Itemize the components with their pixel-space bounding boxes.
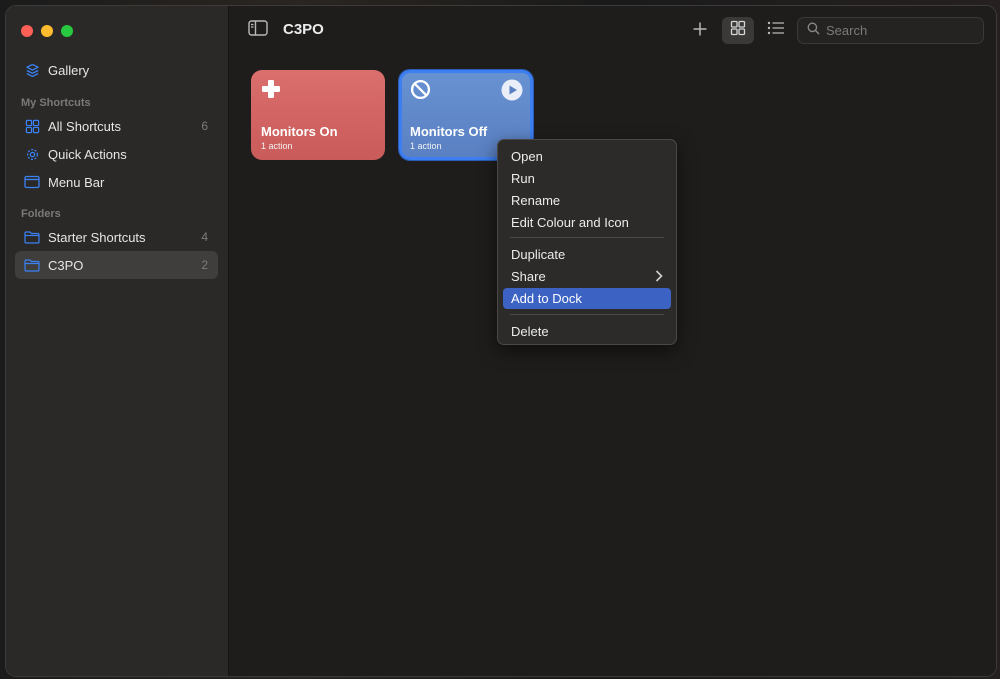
gallery-icon [24, 62, 40, 78]
item-count: 4 [201, 230, 208, 244]
gear-icon [24, 146, 40, 162]
sidebar-item-label: All Shortcuts [48, 118, 121, 134]
sidebar-item-all-shortcuts[interactable]: All Shortcuts 6 [15, 112, 218, 140]
shortcut-action-count: 1 action [261, 141, 293, 151]
close-window-button[interactable] [21, 25, 33, 37]
menu-item-label: Share [511, 269, 546, 284]
chevron-right-icon [655, 270, 663, 285]
grid-view-icon [730, 20, 746, 41]
zoom-window-button[interactable] [61, 25, 73, 37]
grid-view-button[interactable] [722, 17, 754, 44]
menu-item-open[interactable]: Open [503, 146, 671, 167]
folder-icon [24, 257, 40, 273]
shortcut-card-monitors-on[interactable]: Monitors On 1 action [251, 70, 385, 160]
menu-item-edit-colour-and-icon[interactable]: Edit Colour and Icon [503, 212, 671, 233]
menu-item-share[interactable]: Share [503, 266, 671, 287]
shortcut-action-count: 1 action [410, 141, 442, 151]
list-view-button[interactable] [760, 17, 792, 44]
folder-icon [24, 229, 40, 245]
sidebar-item-c3po[interactable]: C3PO 2 [15, 251, 218, 279]
sidebar-item-starter-shortcuts[interactable]: Starter Shortcuts 4 [15, 223, 218, 251]
toggle-sidebar-button[interactable] [247, 19, 269, 41]
shortcut-name: Monitors On [261, 124, 338, 139]
sidebar-item-menu-bar[interactable]: Menu Bar [15, 168, 218, 196]
grid-icon [24, 118, 40, 134]
minimize-window-button[interactable] [41, 25, 53, 37]
sidebar-item-label: Gallery [48, 62, 90, 78]
sidebar-item-label: Menu Bar [48, 174, 105, 190]
run-shortcut-button[interactable] [501, 79, 523, 106]
menu-item-run[interactable]: Run [503, 168, 671, 189]
plus-icon [261, 79, 281, 104]
menu-separator [510, 314, 664, 315]
search-icon [807, 22, 820, 40]
item-count: 2 [201, 258, 208, 272]
menu-item-delete[interactable]: Delete [503, 321, 671, 342]
section-label-folders: Folders [21, 208, 61, 220]
plus-icon [692, 21, 708, 42]
menubar-icon [24, 174, 40, 190]
sidebar-item-label: Quick Actions [48, 146, 127, 162]
context-menu: Open Run Rename Edit Colour and Icon Dup… [497, 139, 677, 345]
search-placeholder: Search [826, 23, 868, 38]
menu-item-add-to-dock[interactable]: Add to Dock [503, 288, 671, 309]
sidebar-toggle-icon [248, 19, 268, 41]
search-field[interactable]: Search [797, 17, 984, 44]
list-view-icon [767, 21, 785, 40]
sidebar-item-gallery[interactable]: Gallery [15, 56, 218, 84]
menu-item-rename[interactable]: Rename [503, 190, 671, 211]
page-title: C3PO [283, 21, 324, 38]
add-shortcut-button[interactable] [689, 20, 711, 42]
menu-separator [510, 237, 664, 238]
prohibited-icon [410, 79, 431, 105]
shortcut-name: Monitors Off [410, 124, 488, 139]
sidebar-item-label: C3PO [48, 257, 84, 273]
sidebar: Gallery My Shortcuts All Shortcuts 6 Qui… [6, 6, 229, 676]
sidebar-item-label: Starter Shortcuts [48, 229, 146, 245]
item-count: 6 [201, 119, 208, 133]
sidebar-item-quick-actions[interactable]: Quick Actions [15, 140, 218, 168]
menu-item-duplicate[interactable]: Duplicate [503, 244, 671, 265]
section-label-my-shortcuts: My Shortcuts [21, 97, 91, 109]
